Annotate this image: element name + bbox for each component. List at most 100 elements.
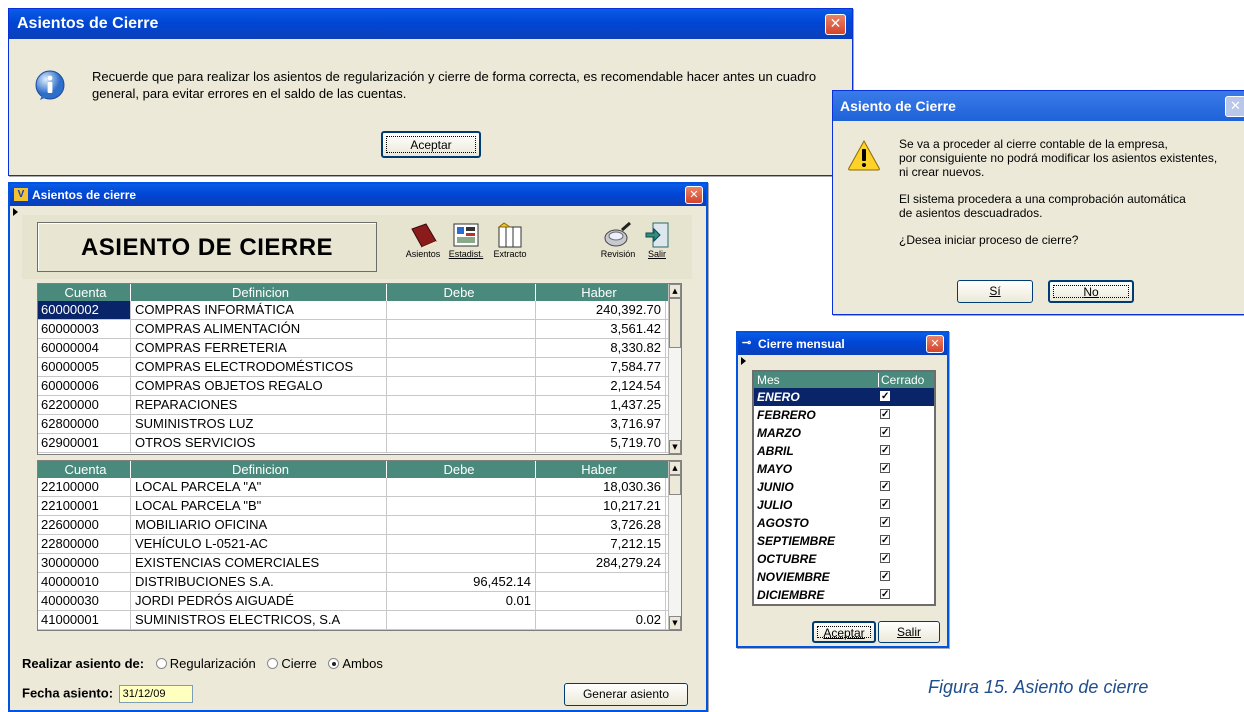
cerrado-checkbox[interactable]: ✓: [880, 391, 890, 402]
main-titlebar[interactable]: V Asientos de cierre ✕: [10, 184, 706, 206]
cell-cuenta[interactable]: 60000004: [38, 339, 131, 357]
cell-definicion[interactable]: DISTRIBUCIONES S.A.: [131, 573, 387, 591]
monthly-titlebar[interactable]: ⊸ Cierre mensual ✕: [738, 333, 947, 355]
accounts-grid-top[interactable]: Cuenta Definicion Debe Haber 60000002 COM…: [37, 283, 682, 455]
confirm-dialog-titlebar[interactable]: Asiento de Cierre ✕: [833, 91, 1244, 121]
month-row[interactable]: JUNIO ✓: [754, 478, 934, 496]
month-row[interactable]: ABRIL ✓: [754, 442, 934, 460]
col-debe[interactable]: Debe: [387, 461, 536, 478]
table-row[interactable]: 40000010 DISTRIBUCIONES S.A. 96,452.14: [38, 573, 669, 592]
month-row[interactable]: AGOSTO ✓: [754, 514, 934, 532]
col-cuenta[interactable]: Cuenta: [38, 284, 131, 301]
radio-ambos[interactable]: Ambos: [328, 656, 383, 671]
cell-definicion[interactable]: LOCAL PARCELA "A": [131, 478, 387, 496]
cell-cuenta[interactable]: 62900001: [38, 434, 131, 452]
cell-debe[interactable]: [387, 611, 536, 629]
month-row[interactable]: FEBRERO ✓: [754, 406, 934, 424]
table-row[interactable]: 41000001 SUMINISTROS ELECTRICOS, S.A 0.02: [38, 611, 669, 630]
cell-debe[interactable]: [387, 396, 536, 414]
cell-cuenta[interactable]: 60000002: [38, 301, 131, 319]
monthly-aceptar-button[interactable]: Aceptar: [812, 621, 876, 643]
table-row[interactable]: 22600000 MOBILIARIO OFICINA 3,726.28: [38, 516, 669, 535]
table-row[interactable]: 62800000 SUMINISTROS LUZ 3,716.97: [38, 415, 669, 434]
col-definicion[interactable]: Definicion: [131, 284, 387, 301]
cell-definicion[interactable]: JORDI PEDRÓS AIGUADÉ: [131, 592, 387, 610]
cell-definicion[interactable]: LOCAL PARCELA "B": [131, 497, 387, 515]
cell-haber[interactable]: 240,392.70: [536, 301, 666, 319]
cerrado-checkbox[interactable]: ✓: [880, 499, 890, 510]
aceptar-button[interactable]: Aceptar: [381, 131, 481, 158]
cerrado-checkbox[interactable]: ✓: [880, 517, 890, 528]
table-row[interactable]: 60000004 COMPRAS FERRETERIA 8,330.82: [38, 339, 669, 358]
cell-debe[interactable]: [387, 358, 536, 376]
cell-debe[interactable]: [387, 478, 536, 496]
month-row[interactable]: ENERO ✓: [754, 388, 934, 406]
month-row[interactable]: NOVIEMBRE ✓: [754, 568, 934, 586]
cell-haber[interactable]: 3,716.97: [536, 415, 666, 433]
scroll-thumb[interactable]: [669, 298, 681, 348]
cell-cuenta[interactable]: 22100001: [38, 497, 131, 515]
table-row[interactable]: 40000030 JORDI PEDRÓS AIGUADÉ 0.01: [38, 592, 669, 611]
table-row[interactable]: 30000000 EXISTENCIAS COMERCIALES 284,279.2…: [38, 554, 669, 573]
cell-cuenta[interactable]: 22600000: [38, 516, 131, 534]
close-icon[interactable]: ✕: [926, 335, 944, 353]
cell-debe[interactable]: [387, 320, 536, 338]
cell-debe[interactable]: [387, 535, 536, 553]
salir-tool-button[interactable]: Salir: [640, 221, 674, 259]
table-row[interactable]: 22800000 VEHÍCULO L-0521-AC 7,212.15: [38, 535, 669, 554]
cell-cuenta[interactable]: 60000005: [38, 358, 131, 376]
cell-definicion[interactable]: REPARACIONES: [131, 396, 387, 414]
si-button[interactable]: Sí: [957, 280, 1033, 303]
cell-haber[interactable]: 284,279.24: [536, 554, 666, 572]
cell-debe[interactable]: [387, 415, 536, 433]
close-icon[interactable]: ✕: [825, 14, 846, 35]
col-mes[interactable]: Mes: [757, 373, 780, 387]
cell-cuenta[interactable]: 60000006: [38, 377, 131, 395]
cell-haber[interactable]: 7,584.77: [536, 358, 666, 376]
cerrado-checkbox[interactable]: ✓: [880, 427, 890, 438]
month-row[interactable]: SEPTIEMBRE ✓: [754, 532, 934, 550]
close-icon[interactable]: ✕: [685, 186, 703, 204]
cerrado-checkbox[interactable]: ✓: [880, 481, 890, 492]
months-list[interactable]: Mes Cerrado ENERO ✓ FEBRERO ✓ MARZO ✓ ABRIL ✓ MA…: [752, 370, 936, 606]
cell-debe[interactable]: [387, 497, 536, 515]
cell-definicion[interactable]: SUMINISTROS LUZ: [131, 415, 387, 433]
cell-debe[interactable]: [387, 377, 536, 395]
generar-asiento-button[interactable]: Generar asiento: [564, 683, 688, 706]
cell-haber[interactable]: 3,561.42: [536, 320, 666, 338]
table-row[interactable]: 62200000 REPARACIONES 1,437.25: [38, 396, 669, 415]
month-row[interactable]: MARZO ✓: [754, 424, 934, 442]
cell-haber[interactable]: 3,726.28: [536, 516, 666, 534]
scroll-down-icon[interactable]: ▼: [669, 616, 681, 630]
cell-cuenta[interactable]: 62800000: [38, 415, 131, 433]
month-row[interactable]: JULIO ✓: [754, 496, 934, 514]
cell-haber[interactable]: [536, 573, 666, 591]
cell-haber[interactable]: 0.02: [536, 611, 666, 629]
vertical-scrollbar[interactable]: ▲ ▼: [668, 461, 681, 630]
info-dialog-titlebar[interactable]: Asientos de Cierre ✕: [9, 9, 852, 39]
cerrado-checkbox[interactable]: ✓: [880, 571, 890, 582]
scroll-down-icon[interactable]: ▼: [669, 440, 681, 454]
cell-cuenta[interactable]: 62200000: [38, 396, 131, 414]
cell-haber[interactable]: 18,030.36: [536, 478, 666, 496]
col-cerrado[interactable]: Cerrado: [878, 373, 924, 387]
cell-cuenta[interactable]: 40000010: [38, 573, 131, 591]
cell-definicion[interactable]: MOBILIARIO OFICINA: [131, 516, 387, 534]
cell-haber[interactable]: 5,719.70: [536, 434, 666, 452]
table-row[interactable]: 62900001 OTROS SERVICIOS 5,719.70: [38, 434, 669, 453]
monthly-salir-button[interactable]: Salir: [878, 621, 940, 643]
table-row[interactable]: 22100001 LOCAL PARCELA "B" 10,217.21: [38, 497, 669, 516]
cerrado-checkbox[interactable]: ✓: [880, 589, 890, 600]
radio-regularizacion[interactable]: Regularización: [155, 656, 256, 671]
cell-cuenta[interactable]: 30000000: [38, 554, 131, 572]
col-definicion[interactable]: Definicion: [131, 461, 387, 478]
fecha-input[interactable]: 31/12/09: [118, 685, 193, 703]
estadist-tool-button[interactable]: Estadist.: [446, 221, 486, 259]
cell-definicion[interactable]: EXISTENCIAS COMERCIALES: [131, 554, 387, 572]
cell-definicion[interactable]: SUMINISTROS ELECTRICOS, S.A: [131, 611, 387, 629]
cell-debe[interactable]: [387, 301, 536, 319]
cell-haber[interactable]: 1,437.25: [536, 396, 666, 414]
revision-tool-button[interactable]: Revisión: [598, 221, 638, 259]
scroll-up-icon[interactable]: ▲: [669, 284, 681, 298]
col-haber[interactable]: Haber: [536, 284, 666, 301]
